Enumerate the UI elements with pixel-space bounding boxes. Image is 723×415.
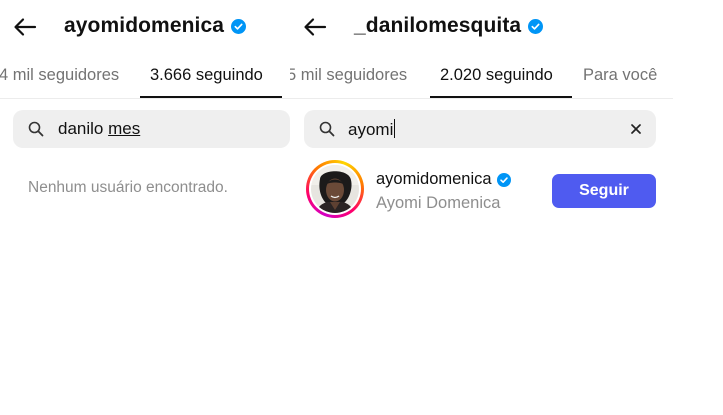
search-query-text: ayomi: [348, 120, 394, 139]
text-caret: [394, 119, 396, 138]
active-tab-indicator: [140, 96, 282, 98]
left-screen: ayomidomenica 4 mil seguidores 3.666 seg…: [0, 0, 290, 415]
verified-badge-icon: [528, 18, 544, 34]
search-icon: [28, 121, 44, 137]
tabs-divider: [290, 98, 673, 99]
back-arrow-icon[interactable]: [302, 14, 328, 40]
tab-for-you[interactable]: Para você: [583, 66, 657, 85]
search-query-text: danilo: [58, 119, 109, 138]
tab-followers[interactable]: 5 mil seguidores: [290, 66, 407, 85]
profile-username: _danilomesquita: [354, 14, 522, 37]
search-query: ayomi: [348, 119, 396, 140]
result-full-name: Ayomi Domenica: [376, 194, 501, 212]
profile-header: ayomidomenica: [64, 14, 247, 38]
tab-followers[interactable]: 4 mil seguidores: [0, 66, 119, 85]
no-results-message: Nenhum usuário encontrado.: [28, 179, 228, 196]
avatar: [311, 165, 359, 213]
back-arrow-icon[interactable]: [12, 14, 38, 40]
verified-badge-icon: [231, 18, 247, 34]
tab-following[interactable]: 3.666 seguindo: [150, 66, 263, 85]
result-username[interactable]: ayomidomenica: [376, 170, 492, 189]
right-screen: _danilomesquita 5 mil seguidores 2.020 s…: [290, 0, 723, 415]
result-user-row[interactable]: ayomidomenica: [376, 170, 511, 189]
active-tab-indicator: [430, 96, 572, 98]
search-query-suggestion: mes: [108, 119, 141, 138]
profile-header: _danilomesquita: [354, 14, 544, 38]
verified-badge-icon: [496, 172, 511, 187]
search-icon: [319, 121, 335, 137]
search-input[interactable]: danilo mes: [13, 110, 290, 148]
tab-following[interactable]: 2.020 seguindo: [440, 66, 553, 85]
profile-username: ayomidomenica: [64, 14, 225, 37]
avatar-story-ring[interactable]: [306, 160, 364, 218]
search-input[interactable]: ayomi: [304, 110, 656, 148]
search-query: danilo mes: [58, 119, 140, 139]
follow-button[interactable]: Seguir: [552, 174, 656, 208]
tabs-divider: [0, 98, 290, 99]
close-icon[interactable]: [630, 123, 642, 135]
